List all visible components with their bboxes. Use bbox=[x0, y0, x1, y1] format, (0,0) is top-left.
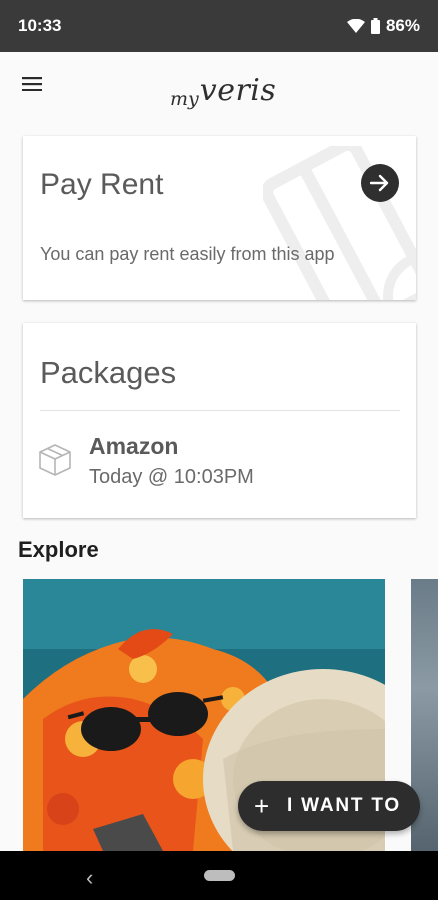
pay-rent-title: Pay Rent bbox=[40, 168, 164, 201]
home-pill-icon[interactable] bbox=[204, 870, 235, 881]
battery-icon bbox=[370, 18, 380, 34]
i-want-to-label: I WANT TO bbox=[286, 795, 401, 816]
back-chevron-icon[interactable]: ‹ bbox=[86, 865, 93, 891]
hamburger-menu-icon[interactable] bbox=[14, 66, 50, 102]
app-bar: my veris bbox=[0, 52, 438, 118]
status-time: 10:33 bbox=[18, 16, 62, 35]
packages-title: Packages bbox=[40, 355, 177, 390]
arrow-right-icon[interactable] bbox=[361, 164, 399, 202]
packages-card[interactable]: Packages Amazon Today @ 10:03PM bbox=[23, 323, 416, 518]
logo-prefix: my bbox=[170, 88, 199, 110]
app-logo: my veris bbox=[170, 62, 277, 111]
i-want-to-button[interactable]: + I WANT TO bbox=[238, 781, 420, 831]
status-bar: 10:33 86% bbox=[0, 0, 438, 52]
pay-rent-card[interactable]: Pay Rent You can pay rent easily from th… bbox=[23, 136, 416, 300]
wifi-icon bbox=[346, 19, 365, 33]
system-nav-bar: ‹ bbox=[0, 851, 438, 900]
logo-name: veris bbox=[199, 73, 277, 108]
status-icons: 86% bbox=[346, 16, 420, 36]
package-time: Today @ 10:03PM bbox=[89, 466, 254, 488]
explore-title: Explore bbox=[18, 537, 99, 562]
package-box-icon bbox=[38, 443, 72, 482]
packages-divider bbox=[40, 410, 400, 411]
package-carrier: Amazon bbox=[89, 433, 179, 459]
battery-percent: 86% bbox=[385, 16, 420, 35]
plus-icon: + bbox=[254, 791, 271, 821]
pay-rent-description: You can pay rent easily from this app bbox=[40, 244, 335, 264]
